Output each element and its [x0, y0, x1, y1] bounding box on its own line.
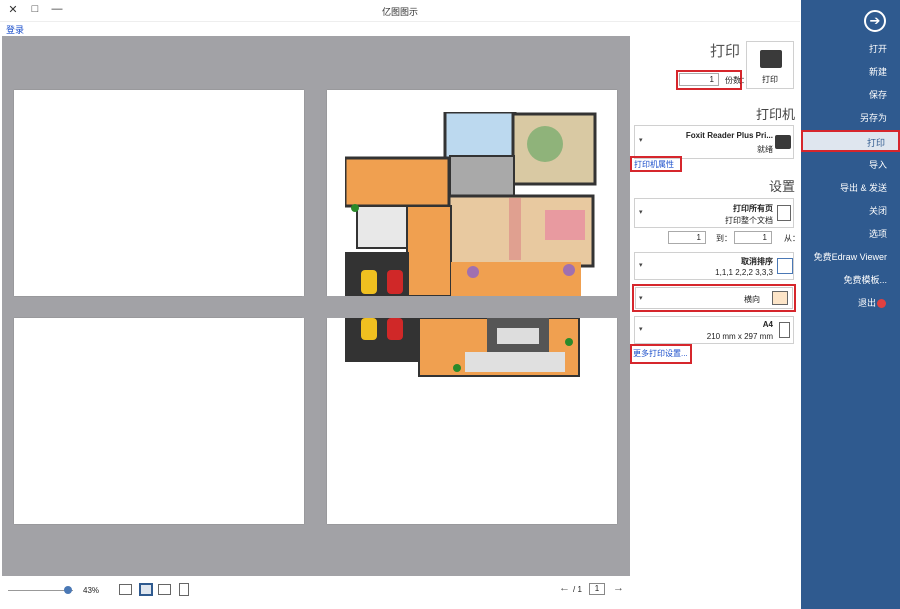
chevron-down-icon: ▾ [639, 137, 643, 144]
print-button-label: 打印 [762, 75, 778, 84]
menu-edraw-viewer[interactable]: 免费Edraw Viewer [801, 246, 900, 268]
print-range-select[interactable]: 打印所有页 打印整个文档 ▾ [634, 198, 794, 228]
exit-icon [877, 299, 886, 308]
print-range-sub: 打印整个文档 [725, 216, 773, 225]
copies-label: 份数： [725, 76, 749, 85]
preview-page-1 [14, 90, 304, 296]
chevron-down-icon: ▾ [639, 326, 643, 333]
orientation-select[interactable]: 横向 ▾ [635, 287, 793, 309]
menu-close[interactable]: 关闭 [801, 200, 900, 222]
page-icon[interactable] [179, 583, 189, 596]
printer-icon [760, 50, 782, 68]
settings-heading: 设置 [768, 179, 795, 194]
prev-page-icon[interactable]: ← [559, 582, 570, 594]
print-heading: 打印 [709, 43, 740, 60]
printer-status: 就绪 [757, 145, 773, 154]
collate-sub: 1,1,1 2,2,2 3,3,3 [715, 268, 773, 277]
from-label: 从： [784, 234, 800, 243]
pages-icon [777, 205, 791, 221]
paper-sub: 210 mm x 297 mm [706, 332, 773, 341]
collate-title: 取消排序 [741, 257, 773, 266]
next-page-icon[interactable]: → [613, 582, 624, 594]
collate-select[interactable]: 取消排序 1,1,1 2,2,2 3,3,3 ▾ [634, 252, 794, 280]
menu-save[interactable]: 保存 [801, 84, 900, 106]
printer-heading: 打印机 [755, 107, 795, 122]
from-input[interactable]: 1 [734, 231, 772, 244]
printer-name: Foxit Reader Plus Pri... [685, 131, 773, 140]
chevron-down-icon: ▾ [639, 262, 643, 269]
chevron-down-icon: ▾ [639, 209, 643, 216]
login-link[interactable]: 登录 [6, 23, 24, 36]
printer-select[interactable]: Foxit Reader Plus Pri... 就绪 ▾ [634, 125, 794, 159]
fit-width-icon[interactable] [119, 584, 132, 595]
status-bar: 43% ← / 1 1 → [0, 578, 630, 608]
preview-page-3 [14, 318, 304, 524]
title-bar: ✕ □ — 亿图图示 [0, 0, 800, 22]
chevron-down-icon: ▾ [639, 295, 643, 302]
zoom-slider-thumb[interactable] [64, 586, 72, 594]
menu-save-as[interactable]: 另存为 [801, 107, 900, 129]
single-page-icon[interactable] [139, 583, 153, 596]
menu-print[interactable]: 打印 [801, 130, 900, 152]
backstage-sidebar: ➔ 打开 新建 保存 另存为 打印 导入 导出 & 发送 关闭 选项 免费Edr… [801, 0, 900, 609]
print-window: ✕ □ — 亿图图示 登录 43% ← / 1 1 → 打印 打印 份数： 1 … [0, 0, 900, 609]
page-number-input[interactable]: 1 [589, 583, 605, 595]
menu-open[interactable]: 打开 [801, 38, 900, 60]
print-range-title: 打印所有页 [733, 204, 773, 213]
print-settings-panel: 打印 打印 份数： 1 打印机 Foxit Reader Plus Pri...… [630, 22, 800, 609]
zoom-level: 43% [83, 586, 100, 595]
window-title: 亿图图示 [381, 7, 418, 17]
to-label: 到： [716, 234, 732, 243]
page-gap [302, 296, 630, 318]
two-page-icon[interactable] [158, 584, 171, 595]
copies-input[interactable]: 1 [679, 73, 719, 86]
to-input[interactable]: 1 [668, 231, 706, 244]
paper-title: A4 [762, 320, 773, 329]
menu-new[interactable]: 新建 [801, 61, 900, 83]
menu-free-templates[interactable]: 免费模板... [801, 269, 900, 291]
print-button[interactable]: 打印 [746, 41, 794, 89]
collate-icon [777, 258, 793, 274]
paper-icon [779, 322, 790, 338]
menu-export-send[interactable]: 导出 & 发送 [801, 177, 900, 199]
back-arrow-icon[interactable]: ➔ [864, 10, 886, 32]
more-print-settings-link[interactable]: 更多打印设置... [633, 348, 688, 359]
landscape-icon [772, 291, 788, 305]
floor-plan-drawing [345, 112, 597, 377]
printer-properties-link[interactable]: 打印机属性 [634, 159, 674, 170]
paper-size-select[interactable]: A4 210 mm x 297 mm ▾ [634, 316, 794, 344]
orientation-label: 横向 [744, 295, 760, 304]
menu-options[interactable]: 选项 [801, 223, 900, 245]
printer-small-icon [775, 135, 791, 149]
menu-import[interactable]: 导入 [801, 154, 900, 176]
page-total: / 1 [573, 585, 582, 594]
